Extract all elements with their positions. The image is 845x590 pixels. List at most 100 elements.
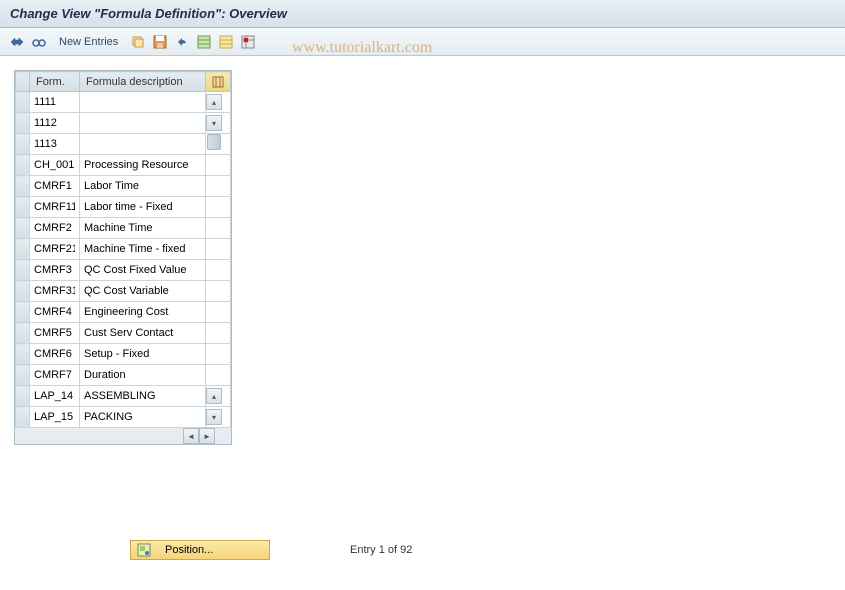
deselect-all-icon[interactable] [217,33,235,51]
glasses-icon[interactable] [30,33,48,51]
form-key-input[interactable] [30,197,79,217]
column-header-description[interactable]: Formula description [80,72,206,92]
copy-icon[interactable] [129,33,147,51]
formula-description-input[interactable] [80,407,205,427]
form-key-input[interactable] [30,218,79,238]
row-selector[interactable] [16,365,30,386]
scroll-left-button[interactable]: ◄ [183,428,199,444]
table-row [16,281,231,302]
row-selector[interactable] [16,239,30,260]
form-key-input[interactable] [30,365,79,385]
table-row [16,239,231,260]
row-selector[interactable] [16,113,30,134]
formula-description-input[interactable] [80,197,205,217]
row-selector[interactable] [16,92,30,113]
vertical-scrollbar-track[interactable] [206,260,231,281]
table-row [16,197,231,218]
form-key-input[interactable] [30,134,79,154]
vertical-scrollbar-track[interactable] [206,281,231,302]
form-key-input[interactable] [30,155,79,175]
vertical-scrollbar-track[interactable] [206,302,231,323]
table-row [16,302,231,323]
form-key-input[interactable] [30,386,79,406]
formula-description-input[interactable] [80,134,205,154]
vertical-scrollbar-track[interactable] [206,176,231,197]
content-area: Form. Formula description ▴ ▾ ▴ ▾ ◄ ► [0,56,845,459]
scroll-down-page-button[interactable]: ▾ [206,115,222,131]
footer: Position... Entry 1 of 92 [130,540,412,560]
undo-icon[interactable] [173,33,191,51]
scroll-up-page-button[interactable]: ▴ [206,388,222,404]
form-key-input[interactable] [30,260,79,280]
formula-description-input[interactable] [80,218,205,238]
row-selector[interactable] [16,218,30,239]
vertical-scrollbar-track[interactable] [206,155,231,176]
row-selector[interactable] [16,281,30,302]
configure-columns-button[interactable] [206,72,231,92]
formula-description-input[interactable] [80,281,205,301]
scroll-right-button[interactable]: ► [199,428,215,444]
formula-description-input[interactable] [80,344,205,364]
row-selector[interactable] [16,344,30,365]
vertical-scrollbar-track[interactable] [206,323,231,344]
vertical-scrollbar-track[interactable] [206,365,231,386]
new-entries-button[interactable]: New Entries [52,33,125,51]
row-selector[interactable] [16,323,30,344]
vertical-scrollbar-track[interactable] [206,134,231,155]
save-icon[interactable] [151,33,169,51]
delete-icon[interactable] [239,33,257,51]
form-key-input[interactable] [30,113,79,133]
table-container: Form. Formula description ▴ ▾ ▴ ▾ ◄ ► [14,70,232,445]
row-selector[interactable] [16,302,30,323]
row-selector-header[interactable] [16,72,30,92]
formula-table: Form. Formula description ▴ ▾ ▴ ▾ [15,71,231,428]
column-header-form[interactable]: Form. [30,72,80,92]
vertical-scrollbar-track[interactable] [206,197,231,218]
table-row [16,176,231,197]
formula-description-input[interactable] [80,302,205,322]
row-selector[interactable] [16,197,30,218]
scroll-down-button[interactable]: ▾ [206,409,222,425]
scroll-thumb[interactable] [207,134,221,150]
vertical-scrollbar-track[interactable]: ▴ [206,92,231,113]
form-key-input[interactable] [30,281,79,301]
formula-description-input[interactable] [80,323,205,343]
entry-count-text: Entry 1 of 92 [350,544,412,556]
row-selector[interactable] [16,134,30,155]
formula-description-input[interactable] [80,113,205,133]
table-row [16,218,231,239]
vertical-scrollbar-track[interactable]: ▾ [206,407,231,428]
position-button[interactable]: Position... [130,540,270,560]
row-selector[interactable] [16,386,30,407]
position-icon [137,543,151,557]
row-selector[interactable] [16,407,30,428]
row-selector[interactable] [16,176,30,197]
formula-description-input[interactable] [80,176,205,196]
form-key-input[interactable] [30,407,79,427]
formula-description-input[interactable] [80,386,205,406]
form-key-input[interactable] [30,323,79,343]
formula-description-input[interactable] [80,365,205,385]
form-key-input[interactable] [30,92,79,112]
scroll-up-button[interactable]: ▴ [206,94,222,110]
formula-description-input[interactable] [80,239,205,259]
table-row: ▾ [16,407,231,428]
vertical-scrollbar-track[interactable] [206,218,231,239]
form-key-input[interactable] [30,176,79,196]
row-selector[interactable] [16,155,30,176]
vertical-scrollbar-track[interactable] [206,344,231,365]
formula-description-input[interactable] [80,92,205,112]
form-key-input[interactable] [30,344,79,364]
vertical-scrollbar-track[interactable]: ▾ [206,113,231,134]
table-row [16,365,231,386]
form-key-input[interactable] [30,239,79,259]
toggle-display-change-icon[interactable] [8,33,26,51]
row-selector[interactable] [16,260,30,281]
select-all-icon[interactable] [195,33,213,51]
table-row [16,134,231,155]
vertical-scrollbar-track[interactable]: ▴ [206,386,231,407]
vertical-scrollbar-track[interactable] [206,239,231,260]
formula-description-input[interactable] [80,155,205,175]
formula-description-input[interactable] [80,260,205,280]
form-key-input[interactable] [30,302,79,322]
